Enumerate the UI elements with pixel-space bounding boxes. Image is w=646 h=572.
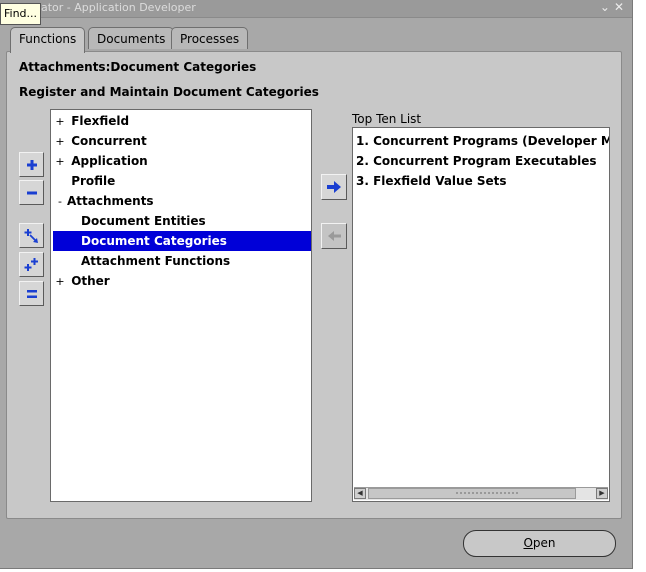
list-item[interactable]: 1. Concurrent Programs (Developer Mode): [356, 131, 609, 151]
tree-node-label: Flexfield: [71, 114, 130, 128]
tree-node-label: Other: [71, 274, 110, 288]
open-button[interactable]: Open: [463, 530, 616, 557]
tree-node-attachments[interactable]: - Attachments: [53, 191, 154, 211]
function-tree[interactable]: + Flexfield + Concurrent + Application P…: [50, 109, 312, 502]
scroll-right-icon[interactable]: ▶: [596, 488, 608, 499]
tree-node-other[interactable]: + Other: [53, 271, 110, 292]
collapse-all-button[interactable]: [19, 281, 44, 306]
tree-node-flexfield[interactable]: + Flexfield: [53, 111, 129, 131]
list-item[interactable]: 2. Concurrent Program Executables: [356, 151, 597, 171]
tab-documents[interactable]: Documents: [88, 27, 175, 49]
tree-node-label: Document Categories: [81, 234, 227, 248]
tree-node-document-entities[interactable]: Document Entities: [81, 211, 206, 231]
tree-expander[interactable]: +: [53, 272, 67, 292]
tree-node-label: Concurrent: [71, 134, 147, 148]
tree-expander[interactable]: +: [53, 132, 67, 152]
collapse-icon: [26, 191, 37, 194]
collapse-button[interactable]: [19, 180, 44, 205]
window-controls: ⌄✕: [600, 0, 628, 14]
tree-expander[interactable]: +: [53, 112, 67, 132]
tab-processes[interactable]: Processes: [171, 27, 249, 49]
tree-node-application[interactable]: + Application: [53, 151, 148, 172]
tree-node-label: Document Entities: [81, 214, 206, 228]
expand-icon: [26, 159, 37, 170]
tree-node-label: Application: [71, 154, 148, 168]
top-ten-label: Top Ten List: [352, 112, 422, 126]
expand-button[interactable]: [19, 152, 44, 177]
minimize-icon[interactable]: ⌄: [600, 0, 614, 14]
tree-node-label: Attachment Functions: [81, 254, 231, 268]
list-item[interactable]: 3. Flexfield Value Sets: [356, 171, 507, 191]
arrow-left-icon: [328, 231, 341, 241]
tree-node-document-categories[interactable]: Document Categories: [53, 231, 311, 251]
tree-node-label: Attachments: [67, 194, 154, 208]
tree-node-profile[interactable]: Profile: [53, 171, 115, 191]
tree-node-label: Profile: [71, 174, 116, 188]
scroll-thumb[interactable]: [368, 488, 576, 499]
expand-all-icon: [24, 257, 38, 271]
grip-icon: [455, 491, 519, 496]
remove-from-top-ten-button[interactable]: [321, 223, 347, 249]
expand-branch-icon: [24, 228, 38, 243]
tree-node-concurrent[interactable]: + Concurrent: [53, 131, 147, 152]
tree-expander[interactable]: +: [53, 152, 67, 172]
navigator-window: gator - Application Developer ⌄✕ Functio…: [0, 0, 633, 569]
close-icon[interactable]: ✕: [614, 0, 628, 14]
scroll-left-icon[interactable]: ◀: [354, 488, 366, 499]
tree-expander[interactable]: -: [53, 192, 67, 212]
page-title: Attachments:Document Categories: [19, 60, 257, 74]
tab-functions[interactable]: Functions: [10, 27, 86, 53]
page-subtitle: Register and Maintain Document Categorie…: [19, 85, 319, 99]
collapse-all-icon: [26, 289, 37, 298]
open-label: pen: [532, 536, 556, 550]
arrow-right-icon: [327, 181, 341, 193]
expand-branch-button[interactable]: [19, 223, 44, 248]
tree-node-attachment-functions[interactable]: Attachment Functions: [81, 251, 230, 271]
find-tooltip: Find...: [0, 3, 42, 25]
window-title: gator - Application Developer: [34, 1, 196, 14]
top-ten-list[interactable]: 1. Concurrent Programs (Developer Mode) …: [352, 127, 610, 502]
horizontal-scrollbar[interactable]: ◀ ▶: [354, 487, 608, 500]
add-to-top-ten-button[interactable]: [321, 174, 347, 200]
open-mnemonic: O: [523, 536, 533, 550]
expand-all-button[interactable]: [19, 252, 44, 277]
title-bar[interactable]: gator - Application Developer ⌄✕: [0, 0, 632, 18]
